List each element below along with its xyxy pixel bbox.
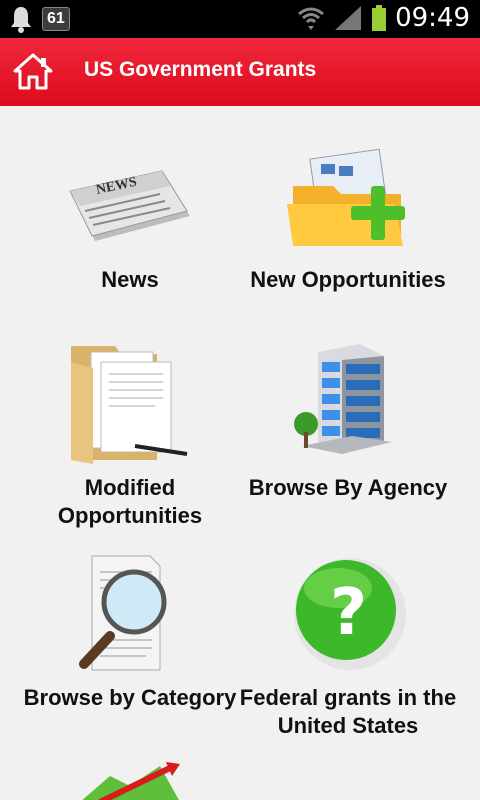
menu-item-label: Browse By Agency	[248, 475, 448, 500]
battery-icon	[372, 5, 387, 31]
svg-text:?: ?	[330, 576, 367, 650]
document-magnifier-icon	[79, 555, 167, 671]
app-title: US Government Grants	[84, 58, 317, 81]
signal-icon	[335, 6, 362, 30]
menu-item-label: News	[101, 267, 159, 292]
bell-icon	[11, 7, 31, 33]
menu-item-label: Browse by Category	[23, 685, 237, 710]
home-icon[interactable]	[12, 52, 54, 92]
menu-item-federal-grants[interactable]: ? Federal grants in the United States	[228, 552, 468, 752]
menu-item-label: New Opportunities	[250, 267, 446, 292]
chart-icon	[82, 762, 180, 800]
office-building-icon	[294, 344, 392, 454]
status-right: 09:49	[297, 3, 470, 33]
menu-item-chart[interactable]	[10, 762, 250, 800]
menu-item-modified-opportunities[interactable]: Modified Opportunities	[10, 342, 250, 542]
menu-item-label: Federal grants in the United States	[239, 685, 457, 738]
question-icon: ?	[294, 558, 406, 670]
menu-grid: NEWS News New Opportunities Modified Opp…	[0, 106, 480, 800]
newspaper-icon: NEWS	[69, 170, 190, 241]
menu-item-new-opportunities[interactable]: New Opportunities	[228, 146, 468, 336]
folder-add-icon	[287, 148, 405, 246]
status-bar: 61 09:49	[0, 0, 480, 38]
menu-item-label: Modified Opportunities	[57, 475, 203, 528]
clock-time: 09:49	[395, 3, 470, 33]
menu-item-browse-by-category[interactable]: Browse by Category	[10, 552, 250, 752]
menu-item-news[interactable]: NEWS News	[10, 146, 250, 336]
notification-count-badge: 61	[42, 7, 70, 31]
documents-folder-icon	[71, 346, 188, 464]
status-left: 61	[8, 5, 70, 33]
wifi-icon	[298, 7, 325, 30]
action-bar: US Government Grants	[0, 38, 480, 106]
menu-item-browse-by-agency[interactable]: Browse By Agency	[228, 342, 468, 542]
